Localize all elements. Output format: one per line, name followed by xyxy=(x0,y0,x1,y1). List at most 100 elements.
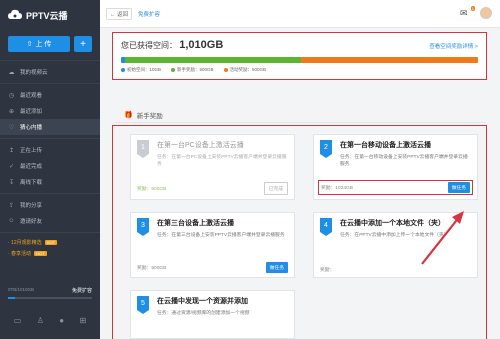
sidebar: PPTV云播 ⇧ 上 传 + ☁ 我的视频云 ◷ 最近观看 ⊕ 最近添加 ♡ 猜… xyxy=(0,0,100,339)
task-card: 2 在第一台移动设备上激活云播 任务：在第一台移动设备上安装PPTV云播客户端并… xyxy=(313,134,478,200)
back-button[interactable]: ← 返回 xyxy=(106,7,133,20)
promo-label: · 春享活动 xyxy=(8,251,32,257)
space-value: 1,010GB xyxy=(179,39,224,51)
legend-label: 初始空间：10GB xyxy=(127,67,162,72)
check-icon: ✓ xyxy=(8,163,15,170)
sidebar-item-my-share[interactable]: ⇪ 我的分享 xyxy=(0,197,100,213)
menu-group-4: ⇪ 我的分享 ☺ 邀请好友 xyxy=(0,193,100,232)
sidebar-item-invite[interactable]: ☺ 邀请好友 xyxy=(0,213,100,229)
sidebar-item-my-cloud[interactable]: ☁ 我的视频云 xyxy=(0,64,100,80)
do-task-button[interactable]: 做任务 xyxy=(447,182,470,193)
storage-bar-fill xyxy=(8,297,15,299)
message-icon[interactable]: ✉ 1 xyxy=(460,6,475,18)
storage-info: 0TB/1010GB 免费扩容 xyxy=(0,287,100,299)
task-title: 在云播中添加一个本地文件（夹） xyxy=(340,220,445,227)
avatar[interactable] xyxy=(480,7,492,19)
upload-arrow-icon: ⇧ xyxy=(26,41,33,48)
expand-link[interactable]: 免费扩容 xyxy=(72,287,92,294)
legend-item: 活动奖励：500GB xyxy=(223,67,267,73)
task-number: 2 xyxy=(320,140,332,158)
sidebar-item-label: 正在上传 xyxy=(20,148,43,154)
download-icon: ↧ xyxy=(8,179,15,186)
space-bar-segment xyxy=(301,57,478,63)
space-bar-segment xyxy=(124,57,302,63)
legend-item: 初始空间：10GB xyxy=(121,67,161,73)
storage-bar xyxy=(8,297,92,299)
sidebar-item-label: 我的分享 xyxy=(20,203,43,209)
sidebar-item-label: 邀请好友 xyxy=(20,219,43,225)
task-card: 1 在第一台PC设备上激活云播 任务：在第一台PC设备上安装PPTV云播客户端并… xyxy=(130,134,295,200)
legend-item: 新手奖励：500GB xyxy=(171,67,214,73)
heart-icon: ♡ xyxy=(8,124,15,131)
sidebar-item-label: 猜心内播 xyxy=(20,125,43,131)
space-progress-bar xyxy=(121,57,478,63)
android-icon[interactable]: ♙ xyxy=(37,316,44,325)
sidebar-item-label: 最近添加 xyxy=(20,109,43,115)
menu-group-2: ◷ 最近观看 ⊕ 最近添加 ♡ 猜心内播 xyxy=(0,83,100,138)
legend-label: 新手奖励：500GB xyxy=(177,67,214,72)
storage-used: 0TB/1010GB xyxy=(8,287,35,292)
share-icon: ⇪ xyxy=(8,202,15,209)
task-reward: 奖励：500GB xyxy=(137,266,167,271)
do-task-button[interactable]: 做任务 xyxy=(265,262,288,273)
sidebar-item-label: 最近完成 xyxy=(20,164,43,170)
sidebar-item-favorites[interactable]: ♡ 猜心内播 xyxy=(0,119,100,135)
sidebar-item-recent-watch[interactable]: ◷ 最近观看 xyxy=(0,87,100,103)
top-bar: ← 返回 免费扩容 ✉ 1 xyxy=(100,0,500,28)
sidebar-item-label: 我的视频云 xyxy=(20,70,48,76)
task-desc: 任务：通过资源/视频库的创建添加一个视频 xyxy=(157,311,250,316)
sidebar-item-uploading[interactable]: ↥ 正在上传 xyxy=(0,142,100,158)
main-content: 您已获得空间： 1,010GB 查看空间奖励详情 > 初始空间：10GB 新手奖励… xyxy=(100,28,500,339)
pc-icon[interactable]: ▭ xyxy=(14,316,22,325)
cloud-icon: ☁ xyxy=(8,69,15,76)
promo-list: · 12月观影精选 HOT · 春享活动 HOT xyxy=(0,232,100,263)
space-legend: 初始空间：10GB 新手奖励：500GB 活动奖励：500GB xyxy=(121,67,478,73)
space-summary: 您已获得空间： 1,010GB 查看空间奖励详情 > 初始空间：10GB 新手奖励… xyxy=(112,32,487,80)
sidebar-item-recent-add[interactable]: ⊕ 最近添加 xyxy=(0,103,100,119)
task-number: 1 xyxy=(137,140,149,158)
windows-icon[interactable]: ⊞ xyxy=(80,316,87,325)
space-label: 您已获得空间： xyxy=(121,41,177,50)
sidebar-item-label: 最近观看 xyxy=(20,93,43,99)
user-icon: ☺ xyxy=(8,218,15,224)
upload-icon: ↥ xyxy=(8,147,15,154)
hot-badge: HOT xyxy=(34,251,47,256)
task-desc: 任务：在第一台移动设备上安装PPTV云播客户端并登录云播服务 xyxy=(340,155,468,167)
legend-dot-icon xyxy=(223,67,228,72)
plus-circle-icon: ⊕ xyxy=(8,108,15,115)
task-done-button: 已完成 xyxy=(263,182,288,195)
task-card: 3 在第三台设备上激活云播 任务：在第三台设备上安装PPTV云播客户端并登录云播… xyxy=(130,212,295,278)
app-name: PPTV云播 xyxy=(26,10,68,21)
message-count-badge: 1 xyxy=(470,6,475,11)
divider xyxy=(114,122,486,123)
apple-icon[interactable]: ● xyxy=(59,316,64,325)
add-button[interactable]: + xyxy=(74,36,92,52)
legend-label: 活动奖励：500GB xyxy=(229,67,267,72)
sidebar-item-label: 离线下载 xyxy=(20,180,43,186)
task-card: 4 在云播中添加一个本地文件（夹） 任务：在PPTV云播中添加上传一个本地文件（… xyxy=(313,212,478,278)
task-foot-highlight: 奖励：1024GB 做任务 xyxy=(318,180,473,195)
promo-item[interactable]: · 12月观影精选 HOT xyxy=(8,237,92,248)
task-desc: 任务：在第三台设备上安装PPTV云播客户端并登录云播服务 xyxy=(157,233,285,238)
clock-icon: ◷ xyxy=(8,92,15,99)
legend-dot-icon xyxy=(171,67,176,72)
platform-icons: ▭ ♙ ● ⊞ xyxy=(0,316,100,325)
promo-item[interactable]: · 春享活动 HOT xyxy=(8,248,92,259)
upload-button[interactable]: ⇧ 上 传 xyxy=(8,36,70,52)
app-logo[interactable]: PPTV云播 xyxy=(0,0,100,30)
breadcrumb: 免费扩容 xyxy=(138,11,161,18)
hot-badge: HOT xyxy=(44,240,58,245)
upload-button-label: 上 传 xyxy=(35,41,52,48)
sidebar-item-completed[interactable]: ✓ 最近完成 xyxy=(0,158,100,174)
task-desc: 任务：在第一台PC设备上安装PPTV云播客户端并登录云播服务 xyxy=(157,155,287,167)
task-number: 3 xyxy=(137,218,149,236)
sidebar-item-offline-download[interactable]: ↧ 离线下载 xyxy=(0,174,100,190)
menu-group-3: ↥ 正在上传 ✓ 最近完成 ↧ 离线下载 xyxy=(0,138,100,193)
space-details-link[interactable]: 查看空间奖励详情 > xyxy=(429,42,478,50)
promo-label: · 12月观影精选 xyxy=(8,240,42,246)
rewards-heading-text: 新手奖励 xyxy=(136,113,163,120)
legend-dot-icon xyxy=(121,67,125,72)
task-title: 在第一台PC设备上激活云播 xyxy=(157,142,244,149)
task-number: 4 xyxy=(320,218,332,236)
menu-group-1: ☁ 我的视频云 xyxy=(0,60,100,83)
